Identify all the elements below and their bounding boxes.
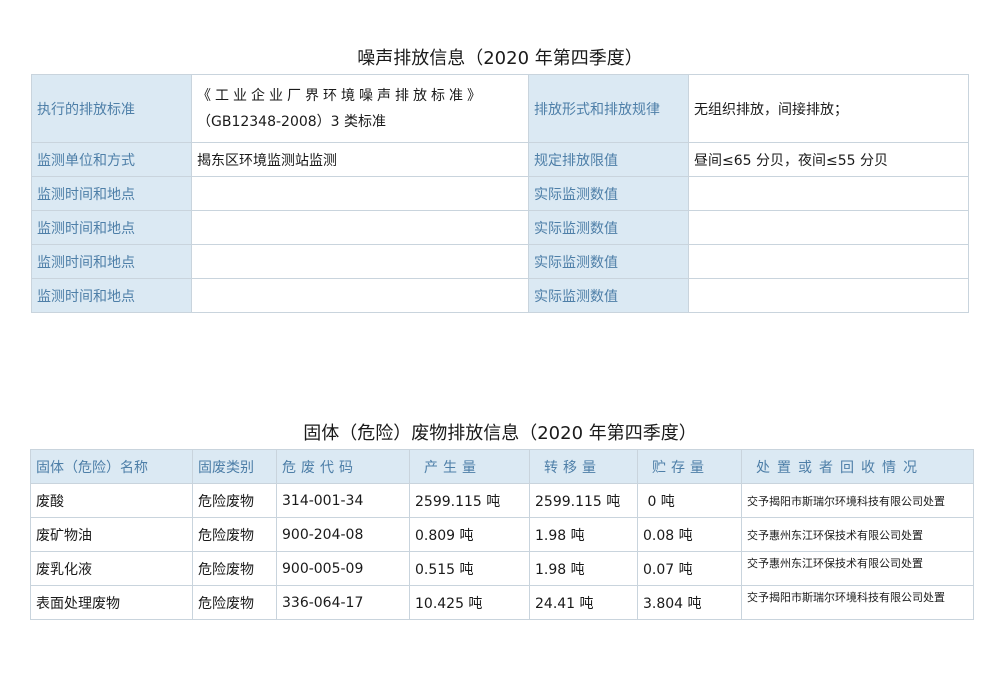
monitor-time-value [191,278,529,313]
waste-section-title: 固体（危险）废物排放信息（2020 年第四季度） [303,423,697,444]
noise-emission-table: 执行的排放标准 《工业企业厂界环境噪声排放标准》 （GB12348-2008）3… [31,74,969,313]
measured-value-label: 实际监测数值 [528,244,689,279]
measured-value-label: 实际监测数值 [528,176,689,211]
hazardous-waste-table: 固体（危险）名称 固废类别 危废代码 产生量 转移量 贮存量 处置或者回收情况 … [30,449,974,620]
table-row: 废乳化液 危险废物 900-005-09 0.515 吨 1.98 吨 0.07… [30,551,974,586]
table-row: 执行的排放标准 《工业企业厂界环境噪声排放标准》 （GB12348-2008）3… [31,74,969,143]
monitor-unit-label: 监测单位和方式 [31,142,192,177]
monitor-time-value [191,176,529,211]
waste-name: 废矿物油 [30,517,193,552]
monitor-time-value [191,210,529,245]
waste-code: 900-204-08 [276,517,410,552]
standard-line-2: （GB12348-2008）3 类标准 [197,113,387,130]
header-produced: 产生量 [409,449,530,484]
waste-transferred: 1.98 吨 [529,517,638,552]
measured-value-label: 实际监测数值 [528,278,689,313]
header-name: 固体（危险）名称 [30,449,193,484]
table-row: 监测时间和地点 实际监测数值 [31,278,969,313]
waste-disposal: 交予惠州东江环保技术有限公司处置 [741,551,974,586]
monitor-time-label: 监测时间和地点 [31,278,192,313]
emission-mode-value: 无组织排放，间接排放； [688,74,969,143]
waste-produced: 0.809 吨 [409,517,530,552]
table-row: 废矿物油 危险废物 900-204-08 0.809 吨 1.98 吨 0.08… [30,517,974,552]
table-row: 监测单位和方式 揭东区环境监测站监测 规定排放限值 昼间≤65 分贝，夜间≤55… [31,142,969,177]
waste-name: 废乳化液 [30,551,193,586]
waste-code: 900-005-09 [276,551,410,586]
waste-produced: 10.425 吨 [409,585,530,620]
waste-category: 危险废物 [192,585,277,620]
waste-stored: 0 吨 [637,483,742,518]
table-row: 监测时间和地点 实际监测数值 [31,244,969,279]
waste-transferred: 24.41 吨 [529,585,638,620]
monitor-time-label: 监测时间和地点 [31,176,192,211]
header-category: 固废类别 [192,449,277,484]
monitor-time-value [191,244,529,279]
header-transferred: 转移量 [529,449,638,484]
emission-mode-label: 排放形式和排放规律 [528,74,689,143]
waste-disposal: 交予揭阳市斯瑞尔环境科技有限公司处置 [741,483,974,518]
limit-value: 昼间≤65 分贝，夜间≤55 分贝 [688,142,969,177]
measured-value [688,244,969,279]
waste-transferred: 2599.115 吨 [529,483,638,518]
standard-line-1: 《工业企业厂界环境噪声排放标准》 [197,87,485,104]
monitor-unit-value: 揭东区环境监测站监测 [191,142,529,177]
measured-value [688,278,969,313]
waste-stored: 0.07 吨 [637,551,742,586]
table-row: 监测时间和地点 实际监测数值 [31,210,969,245]
table-row: 废酸 危险废物 314-001-34 2599.115 吨 2599.115 吨… [30,483,974,518]
waste-stored: 3.804 吨 [637,585,742,620]
waste-disposal: 交予揭阳市斯瑞尔环境科技有限公司处置 [741,585,974,620]
standard-label: 执行的排放标准 [31,74,192,143]
measured-value [688,176,969,211]
waste-category: 危险废物 [192,517,277,552]
header-code: 危废代码 [276,449,410,484]
limit-label: 规定排放限值 [528,142,689,177]
table-row: 表面处理废物 危险废物 336-064-17 10.425 吨 24.41 吨 … [30,585,974,620]
standard-value: 《工业企业厂界环境噪声排放标准》 （GB12348-2008）3 类标准 [191,74,529,143]
noise-section-title: 噪声排放信息（2020 年第四季度） [357,48,643,69]
monitor-time-label: 监测时间和地点 [31,210,192,245]
waste-code: 336-064-17 [276,585,410,620]
measured-value-label: 实际监测数值 [528,210,689,245]
waste-stored: 0.08 吨 [637,517,742,552]
monitor-time-label: 监测时间和地点 [31,244,192,279]
waste-category: 危险废物 [192,551,277,586]
waste-produced: 0.515 吨 [409,551,530,586]
measured-value [688,210,969,245]
waste-name: 废酸 [30,483,193,518]
waste-code: 314-001-34 [276,483,410,518]
waste-transferred: 1.98 吨 [529,551,638,586]
table-header-row: 固体（危险）名称 固废类别 危废代码 产生量 转移量 贮存量 处置或者回收情况 [30,449,974,484]
waste-name: 表面处理废物 [30,585,193,620]
waste-category: 危险废物 [192,483,277,518]
waste-disposal: 交予惠州东江环保技术有限公司处置 [741,517,974,552]
waste-produced: 2599.115 吨 [409,483,530,518]
header-stored: 贮存量 [637,449,742,484]
header-disposal: 处置或者回收情况 [741,449,974,484]
table-row: 监测时间和地点 实际监测数值 [31,176,969,211]
